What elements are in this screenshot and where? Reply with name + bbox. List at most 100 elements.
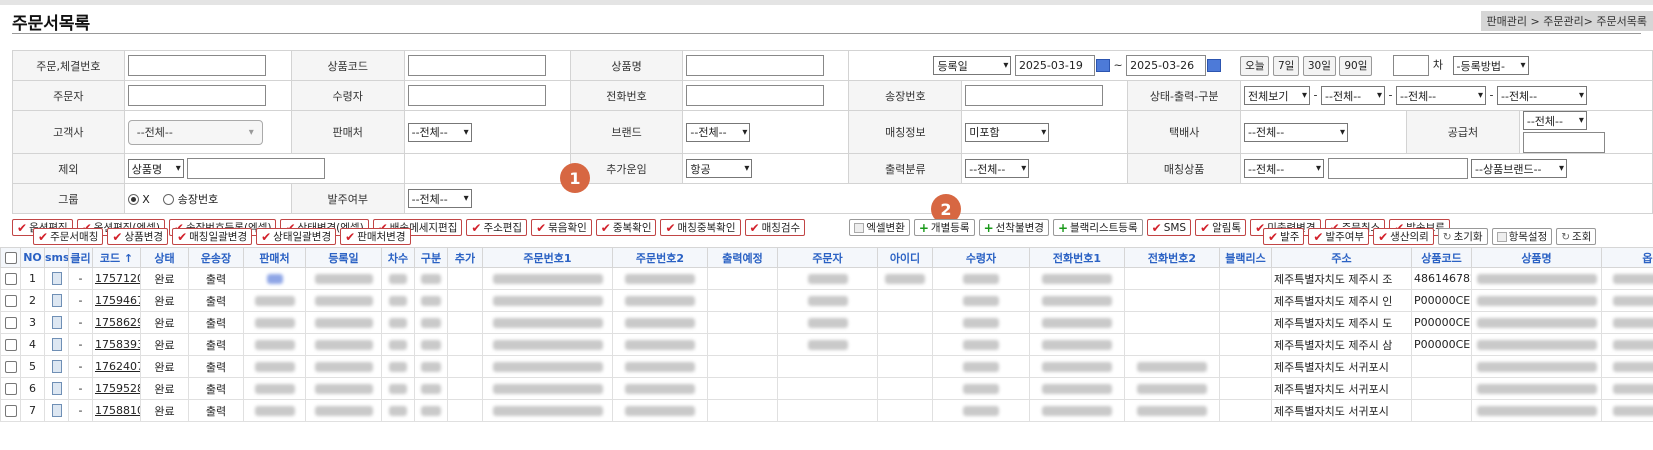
sms-doc-icon[interactable]	[51, 338, 62, 352]
col-product-name[interactable]: 상품명	[1471, 247, 1602, 268]
seller-select[interactable]: --전체--	[407, 122, 472, 142]
sms-doc-icon[interactable]	[51, 382, 62, 396]
table-row[interactable]: 1-1757120완료출력 제주특별자치도 제주시 조4861467822	[0, 267, 1653, 290]
seller-change-button[interactable]: ✔ 판매처변경	[340, 228, 411, 245]
sms-button[interactable]: ✔ SMS	[1146, 219, 1192, 236]
col-code[interactable]: 코드 ↑	[92, 247, 141, 268]
product-code-input[interactable]	[407, 55, 546, 76]
row-code-link[interactable]: 1758393	[92, 333, 141, 356]
row-checkbox[interactable]	[4, 317, 17, 329]
status-select-3[interactable]: --전체--	[1497, 86, 1587, 105]
status-bulk-change-button[interactable]: ✔ 상태일괄변경	[256, 228, 337, 245]
duplicate-check-button[interactable]: ✔ 중복확인	[595, 219, 657, 236]
search-button[interactable]: ↻ 조회	[1556, 228, 1597, 245]
row-checkbox[interactable]	[4, 295, 17, 307]
row-code-link[interactable]: 1757120	[92, 267, 141, 290]
reset-button[interactable]: ↻ 초기화	[1437, 228, 1488, 245]
sms-doc-icon[interactable]	[51, 316, 62, 330]
order-status-select[interactable]: --전체--	[407, 189, 472, 208]
production-request-button[interactable]: ✔ 생산의뢰	[1373, 228, 1434, 245]
col-seller[interactable]: 판매처	[243, 247, 306, 268]
date-from-input[interactable]: 2025-03-19	[1014, 55, 1095, 76]
sms-doc-icon[interactable]	[51, 272, 62, 286]
sms-doc-icon[interactable]	[51, 294, 62, 308]
product-name-input[interactable]	[686, 55, 825, 76]
round-input[interactable]	[1393, 55, 1430, 76]
col-phone-1[interactable]: 전화번호1	[1029, 247, 1125, 268]
courier-select[interactable]: --전체--	[1244, 122, 1349, 142]
row-code-link[interactable]: 1758629	[92, 311, 141, 334]
matching-product-select[interactable]: --전체--	[1244, 159, 1325, 178]
col-id[interactable]: 아이디	[877, 247, 933, 268]
col-order-no-1[interactable]: 주문번호1	[482, 247, 613, 268]
calendar-icon[interactable]	[1095, 59, 1110, 72]
reg-method-select[interactable]: -등록방법-	[1452, 56, 1529, 75]
col-click[interactable]: 클리	[68, 247, 93, 268]
bundle-check-button[interactable]: ✔ 묶음확인	[531, 219, 592, 236]
order-no-input[interactable]	[127, 55, 266, 76]
table-row[interactable]: 7-1758810 완료 출력 제주특별자치도 서귀포시	[0, 399, 1653, 422]
phone-input[interactable]	[686, 85, 825, 106]
select-all-checkbox[interactable]	[4, 252, 17, 264]
row-code-link[interactable]: 1762407	[92, 355, 141, 378]
table-row[interactable]: 6-1759528 완료 출력 제주특별자치도 서귀포시	[0, 377, 1653, 400]
matching-product-input[interactable]	[1327, 158, 1468, 179]
30days-button[interactable]: 30일	[1302, 55, 1336, 76]
col-print-scheduled[interactable]: 출력예정	[707, 247, 778, 268]
order-placement-status-button[interactable]: ✔ 발주여부	[1308, 228, 1370, 245]
order-matching-button[interactable]: ✔ 주문서매칭	[33, 228, 104, 245]
order-placement-button[interactable]: ✔ 발주	[1263, 228, 1305, 245]
col-status[interactable]: 상태	[140, 247, 189, 268]
matching-bulk-change-button[interactable]: ✔ 매칭일괄변경	[172, 228, 253, 245]
row-checkbox[interactable]	[4, 339, 17, 351]
orderer-input[interactable]	[127, 85, 266, 106]
extra-fare-select[interactable]: 항공	[686, 159, 753, 178]
90days-button[interactable]: 90일	[1339, 55, 1373, 76]
table-row[interactable]: 3-1758629 완료 출력 제주특별자치도 제주시 도 P00000CE	[0, 311, 1653, 334]
table-row[interactable]: 2-1759467 완료 출력 제주특별자치도 제주시 인 P00000CE	[0, 289, 1653, 312]
matching-duplicate-check-button[interactable]: ✔ 매칭중복확인	[660, 219, 741, 236]
today-button[interactable]: 오늘	[1240, 55, 1270, 76]
group-radio-invoice[interactable]	[163, 194, 175, 205]
matching-select[interactable]: 미포함	[965, 122, 1050, 142]
address-edit-button[interactable]: ✔ 주소편집	[466, 219, 528, 236]
individual-register-button[interactable]: + 개별등록	[913, 219, 975, 236]
row-checkbox[interactable]	[4, 405, 17, 417]
excel-convert-button[interactable]: 엑셀변환	[849, 219, 910, 236]
group-radio-x[interactable]	[127, 194, 139, 205]
col-reg-date[interactable]: 등록일	[305, 247, 382, 268]
row-checkbox[interactable]	[4, 273, 17, 285]
blacklist-register-button[interactable]: + 블랙리스트등록	[1052, 219, 1143, 236]
col-product-code[interactable]: 상품코드	[1411, 247, 1472, 268]
product-change-button[interactable]: ✔ 상품변경	[107, 228, 169, 245]
date-to-input[interactable]: 2025-03-26	[1126, 55, 1207, 76]
print-class-select[interactable]: --전체--	[965, 159, 1030, 178]
sms-doc-icon[interactable]	[51, 404, 62, 418]
prepay-change-button[interactable]: + 선착불변경	[978, 219, 1049, 236]
supplier-input[interactable]	[1522, 132, 1605, 153]
brand-select[interactable]: --전체--	[686, 122, 751, 142]
row-checkbox[interactable]	[4, 361, 17, 373]
receiver-input[interactable]	[407, 85, 546, 106]
col-waybill[interactable]: 운송장	[188, 247, 244, 268]
status-select-1[interactable]: --전체--	[1321, 86, 1386, 105]
status-view-select[interactable]: 전체보기	[1244, 86, 1311, 105]
col-sms[interactable]: sms	[44, 247, 69, 268]
date-type-select[interactable]: 등록일	[933, 56, 1012, 75]
col-orderer[interactable]: 주문자	[777, 247, 878, 268]
row-code-link[interactable]: 1759528	[92, 377, 141, 400]
customer-combo[interactable]: --전체--	[127, 119, 263, 145]
7days-button[interactable]: 7일	[1272, 55, 1300, 76]
exclude-input[interactable]	[187, 158, 326, 179]
col-phone-2[interactable]: 전화번호2	[1124, 247, 1220, 268]
alimtalk-button[interactable]: ✔ 알림톡	[1195, 219, 1247, 236]
row-code-link[interactable]: 1758810	[92, 399, 141, 422]
col-no[interactable]: NO	[20, 247, 45, 268]
col-address[interactable]: 주소	[1271, 247, 1412, 268]
col-option[interactable]: 옵션	[1601, 247, 1653, 268]
column-settings-button[interactable]: 항목설정	[1491, 228, 1553, 245]
table-row[interactable]: 5-1762407 완료 출력 제주특별자치도 서귀포시	[0, 355, 1653, 378]
exclude-field-select[interactable]: 상품명	[127, 159, 184, 178]
sms-doc-icon[interactable]	[51, 360, 62, 374]
supplier-select[interactable]: --전체--	[1522, 111, 1587, 130]
